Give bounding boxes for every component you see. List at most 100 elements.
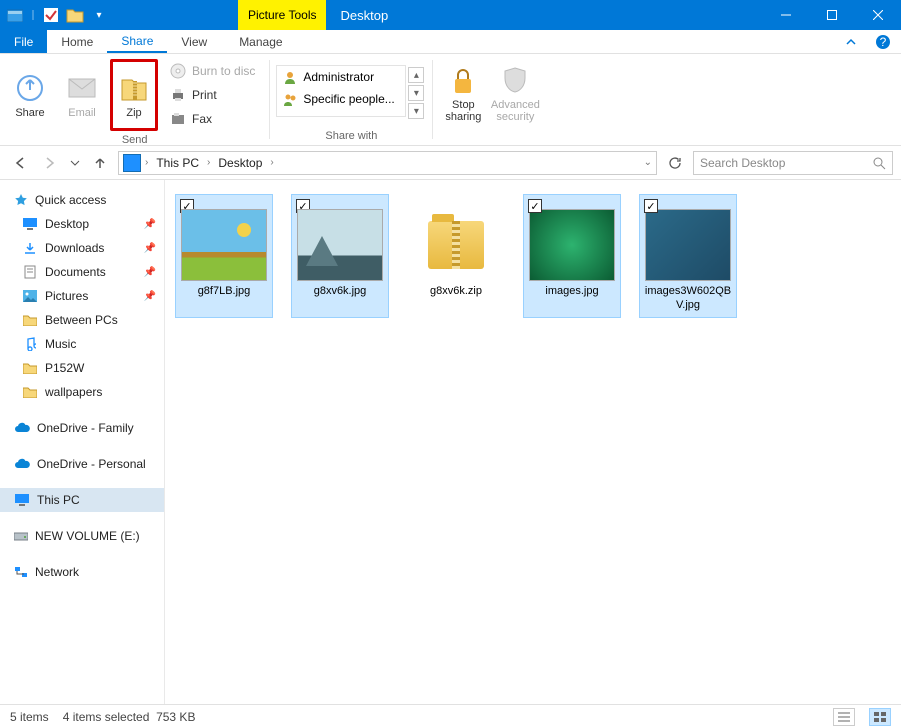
email-label: Email	[68, 107, 96, 119]
nav-back-button[interactable]	[8, 151, 32, 175]
address-bar: › This PC › Desktop › ⌄	[0, 146, 901, 180]
fax-label: Fax	[192, 112, 212, 126]
music-icon	[22, 336, 38, 352]
status-item-count: 5 items	[10, 710, 49, 724]
large-icons-view-button[interactable]	[869, 708, 891, 726]
tab-manage[interactable]: Manage	[225, 30, 296, 53]
stop-sharing-button[interactable]: Stop sharing	[439, 57, 487, 129]
file-list[interactable]: ✓g8f7LB.jpg✓g8xv6k.jpgg8xv6k.zip✓images.…	[165, 180, 901, 704]
print-label: Print	[192, 88, 217, 102]
search-input[interactable]	[700, 156, 872, 170]
share-with-group-label: Share with	[325, 130, 377, 143]
file-checkbox[interactable]: ✓	[528, 199, 542, 213]
sidebar-new-volume[interactable]: NEW VOLUME (E:)	[0, 524, 164, 548]
search-box[interactable]	[693, 151, 893, 175]
qat-dropdown-icon[interactable]: ▾	[90, 6, 108, 24]
pin-icon: 📌	[144, 267, 156, 278]
burn-label: Burn to disc	[192, 64, 255, 78]
share-with-specific-people[interactable]: Specific people...	[277, 88, 405, 110]
burn-to-disc-button[interactable]: Burn to disc	[166, 60, 259, 82]
sidebar-item-between-pcs[interactable]: Between PCs	[0, 308, 164, 332]
file-item[interactable]: ✓g8f7LB.jpg	[175, 194, 273, 318]
folder-icon	[22, 384, 38, 400]
tab-home[interactable]: Home	[47, 30, 107, 53]
sidebar-item-desktop[interactable]: Desktop 📌	[0, 212, 164, 236]
file-name: g8xv6k.jpg	[314, 285, 367, 299]
sidebar-this-pc[interactable]: This PC	[0, 488, 164, 512]
status-selected-count: 4 items selected 753 KB	[63, 710, 196, 724]
share-with-down[interactable]: ▾	[408, 85, 424, 101]
zip-button[interactable]: Zip	[110, 59, 158, 131]
breadcrumb-this-pc[interactable]: This PC	[152, 156, 203, 170]
file-thumbnail	[413, 209, 499, 281]
file-checkbox[interactable]: ✓	[644, 199, 658, 213]
properties-checkbox-icon[interactable]	[42, 6, 60, 24]
fax-button[interactable]: Fax	[166, 108, 259, 130]
sidebar-onedrive-family[interactable]: OneDrive - Family	[0, 416, 164, 440]
help-button[interactable]: ?	[865, 30, 901, 53]
close-button[interactable]	[855, 0, 901, 30]
navigation-pane[interactable]: Quick access Desktop 📌 Downloads 📌 Docum…	[0, 180, 165, 704]
sidebar-label: OneDrive - Family	[37, 421, 134, 435]
tab-view[interactable]: View	[167, 30, 221, 53]
chevron-right-icon[interactable]: ›	[145, 157, 148, 168]
sidebar-label: Desktop	[45, 217, 89, 231]
this-pc-icon	[123, 154, 141, 172]
sidebar-quick-access[interactable]: Quick access	[0, 188, 164, 212]
chevron-right-icon[interactable]: ›	[270, 157, 273, 168]
fax-icon	[170, 111, 186, 127]
qat-separator	[30, 8, 36, 22]
file-item[interactable]: ✓g8xv6k.jpg	[291, 194, 389, 318]
refresh-button[interactable]	[663, 151, 687, 175]
maximize-button[interactable]	[809, 0, 855, 30]
sidebar-label: This PC	[37, 493, 80, 507]
file-item[interactable]: ✓ images3W602QBV.jpg	[639, 194, 737, 318]
sidebar-item-wallpapers[interactable]: wallpapers	[0, 380, 164, 404]
print-button[interactable]: Print	[166, 84, 259, 106]
breadcrumb-desktop[interactable]: Desktop	[214, 156, 266, 170]
share-button[interactable]: Share	[6, 59, 54, 131]
share-with-more[interactable]: ▾	[408, 103, 424, 119]
nav-recent-dropdown[interactable]	[68, 151, 82, 175]
file-thumbnail	[529, 209, 615, 281]
tab-share[interactable]: Share	[107, 30, 167, 53]
nav-forward-button[interactable]	[38, 151, 62, 175]
cloud-icon	[14, 422, 30, 434]
file-name: images3W602QBV.jpg	[644, 285, 732, 313]
sidebar-item-pictures[interactable]: Pictures 📌	[0, 284, 164, 308]
advanced-security-label: Advanced security	[491, 99, 540, 123]
sidebar-item-music[interactable]: Music	[0, 332, 164, 356]
sidebar-onedrive-personal[interactable]: OneDrive - Personal	[0, 452, 164, 476]
breadcrumb[interactable]: › This PC › Desktop › ⌄	[118, 151, 657, 175]
minimize-button[interactable]	[763, 0, 809, 30]
nav-up-button[interactable]	[88, 151, 112, 175]
drive-icon	[14, 531, 28, 541]
file-item[interactable]: g8xv6k.zip	[407, 194, 505, 318]
sidebar-item-downloads[interactable]: Downloads 📌	[0, 236, 164, 260]
sidebar-network[interactable]: Network	[0, 560, 164, 584]
new-folder-icon[interactable]	[66, 6, 84, 24]
sidebar-label: P152W	[45, 361, 84, 375]
sidebar-item-p152w[interactable]: P152W	[0, 356, 164, 380]
tab-file[interactable]: File	[0, 30, 47, 53]
breadcrumb-history-dropdown[interactable]: ⌄	[644, 157, 652, 168]
sidebar-item-documents[interactable]: Documents 📌	[0, 260, 164, 284]
folder-icon	[22, 360, 38, 376]
share-with-list[interactable]: Administrator Specific people...	[276, 65, 406, 117]
file-thumbnail	[297, 209, 383, 281]
search-icon[interactable]	[872, 156, 886, 170]
details-view-button[interactable]	[833, 708, 855, 726]
collapse-ribbon-button[interactable]	[837, 30, 865, 53]
advanced-security-button[interactable]: Advanced security	[491, 57, 539, 129]
star-icon	[14, 193, 28, 207]
sidebar-label: OneDrive - Personal	[37, 457, 146, 471]
share-with-administrator[interactable]: Administrator	[277, 66, 405, 88]
file-item[interactable]: ✓images.jpg	[523, 194, 621, 318]
lock-icon	[447, 64, 479, 96]
pictures-icon	[22, 288, 38, 304]
shield-icon	[499, 64, 531, 96]
share-with-up[interactable]: ▴	[408, 67, 424, 83]
folder-icon	[22, 312, 38, 328]
chevron-right-icon[interactable]: ›	[207, 157, 210, 168]
email-button[interactable]: Email	[58, 59, 106, 131]
